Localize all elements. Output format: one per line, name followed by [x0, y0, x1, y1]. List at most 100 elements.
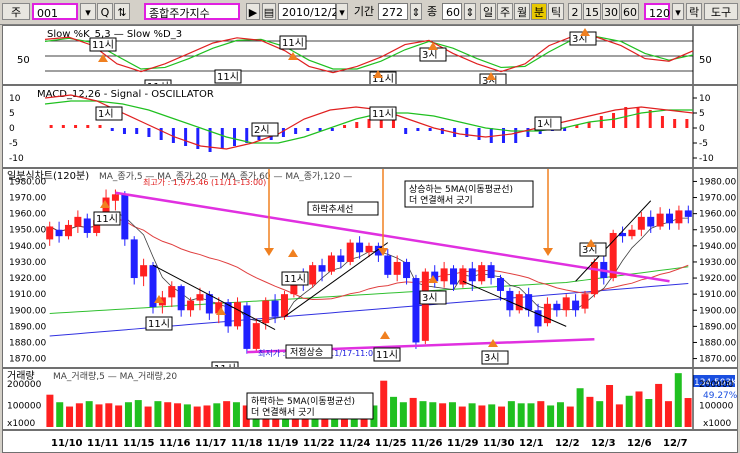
volume-bar [537, 401, 545, 427]
down-note-line2: 더 연결해서 긋기 [251, 407, 315, 418]
macd-osc-bar [489, 128, 493, 143]
price-tick-left: 1880.00 [9, 338, 46, 348]
macd-osc-bar [465, 128, 469, 137]
x-axis-label: 11/15 [123, 438, 155, 449]
volume-bar [85, 401, 93, 427]
price-tick-left: 1960.00 [9, 210, 46, 220]
stock-name-field: 종합주가지수 [144, 3, 240, 20]
volume-bar [556, 402, 564, 427]
volume-bar [409, 397, 417, 427]
volume-unit: x1000 [7, 419, 36, 429]
volume-bar [213, 403, 221, 427]
price-marker-2 [288, 249, 298, 257]
macd-osc-bar [233, 128, 237, 146]
low-rise-note: 저점상승 [290, 346, 323, 358]
min15-button[interactable]: 15 [583, 3, 601, 20]
candle-body [553, 303, 561, 311]
macd-osc-bar [685, 119, 689, 128]
macd-chart: MACD_12,26 - Signal - OSCILLATOR 10 10 5 5 0… [9, 86, 714, 167]
up-down-icon[interactable]: ⇅ [114, 3, 130, 20]
up-note-line2: 더 연결해서 긋기 [409, 195, 473, 206]
volume-bar [439, 403, 447, 427]
candle-body [356, 242, 364, 253]
candle-body [666, 213, 674, 224]
candle-body [412, 278, 420, 343]
code-input[interactable]: 001 [32, 3, 78, 20]
stoch-annot-0: 11시 [92, 39, 114, 51]
price-marker-5 [380, 331, 390, 339]
date-input[interactable]: 2010/12/22 [278, 3, 345, 20]
candle-body [628, 229, 636, 237]
macd-tick: 5 [699, 109, 705, 119]
volume-bar [625, 395, 633, 427]
candle-body [421, 271, 429, 341]
candle-body [177, 286, 185, 311]
day-button[interactable]: 일 [480, 3, 496, 20]
calendar-dropdown-icon[interactable]: ▾ [336, 3, 348, 20]
tools-button[interactable]: 도구 [704, 3, 738, 20]
code-dropdown-chevron-icon[interactable]: ▾ [80, 3, 96, 20]
volume-bar [429, 402, 437, 427]
price-tick: 1930.00 [699, 258, 736, 268]
x-axis-label: 11/19 [267, 438, 299, 449]
macd-osc-bar [355, 122, 359, 128]
volume-bar [507, 401, 515, 427]
play-icon[interactable]: ▶ [246, 3, 260, 20]
macd-osc-bar [220, 128, 224, 149]
volume-bar [115, 405, 123, 427]
x-axis-label: 11/18 [231, 438, 263, 449]
signal-arrowhead-0 [264, 248, 274, 256]
candle-body [205, 294, 213, 314]
month-button[interactable]: 월 [514, 3, 530, 20]
min30-button[interactable]: 30 [602, 3, 620, 20]
price-annot-3: 11시 [214, 363, 236, 367]
candle-body [55, 229, 63, 237]
x-axis-label: 11/10 [51, 438, 83, 449]
volume-bar [66, 406, 74, 427]
stoch-annot-1: 11시 [282, 37, 304, 49]
macd-osc-bar [86, 125, 90, 128]
macd-annot-0: 1시 [98, 108, 114, 120]
macd-osc-bar [477, 128, 481, 140]
volume-bar [674, 373, 682, 427]
macd-osc-bar [440, 128, 444, 134]
macd-tick-left: 0 [9, 124, 15, 134]
tick-button[interactable]: 틱 [548, 3, 564, 20]
interval-dropdown-icon[interactable]: ▾ [672, 3, 684, 20]
macd-panel: MACD_12,26 - Signal - OSCILLATOR 10 10 5 5 0… [2, 85, 738, 168]
macd-osc-bar [98, 125, 102, 128]
volume-bar [56, 402, 64, 427]
count-input[interactable]: 60 [442, 3, 462, 20]
volume-chart: 거래량 MA_거래량,5 — MA_거래량,20 134,503K 49.27%… [7, 369, 737, 429]
list-icon[interactable]: ▤ [262, 3, 276, 20]
x-axis-label: 11/22 [303, 438, 335, 449]
volume-bar [399, 402, 407, 427]
interval-input[interactable]: 120 [644, 3, 670, 20]
volume-bar [606, 385, 614, 427]
candle-body [262, 300, 270, 324]
min60-button[interactable]: 60 [621, 3, 639, 20]
volume-bar [527, 403, 535, 427]
stoch-annot-4: 3시 [422, 49, 438, 61]
macd-tick: -5 [699, 139, 708, 149]
volume-unit-right: x1000 [703, 419, 732, 429]
macd-osc-bar [110, 128, 114, 131]
search-icon[interactable]: Q [97, 3, 113, 20]
week-button[interactable]: 주 [497, 3, 513, 20]
volume-bar [566, 406, 574, 427]
min2-button[interactable]: 2 [568, 3, 582, 20]
price-tick-left: 1940.00 [9, 242, 46, 252]
period-spin-icon[interactable]: ⇕ [410, 3, 422, 20]
rak-button[interactable]: 락 [686, 3, 702, 20]
jong-button[interactable]: 주 [2, 3, 30, 20]
volume-bar [232, 402, 240, 427]
x-axis-label: 12/1 [519, 438, 544, 449]
price-annot-2: 11시 [284, 273, 306, 285]
period-input[interactable]: 272 [378, 3, 408, 20]
volume-bar [684, 398, 692, 427]
count-spin-icon[interactable]: ⇕ [464, 3, 476, 20]
hts-chart-window: 주 001 ▾ Q ⇅ 종합주가지수 ▶ ▤ 2010/12/22 ▾ 기간 2… [0, 0, 740, 453]
minute-button[interactable]: 분 [531, 3, 547, 20]
price-annot-0: 11시 [96, 213, 118, 225]
macd-osc-bar [49, 125, 53, 128]
